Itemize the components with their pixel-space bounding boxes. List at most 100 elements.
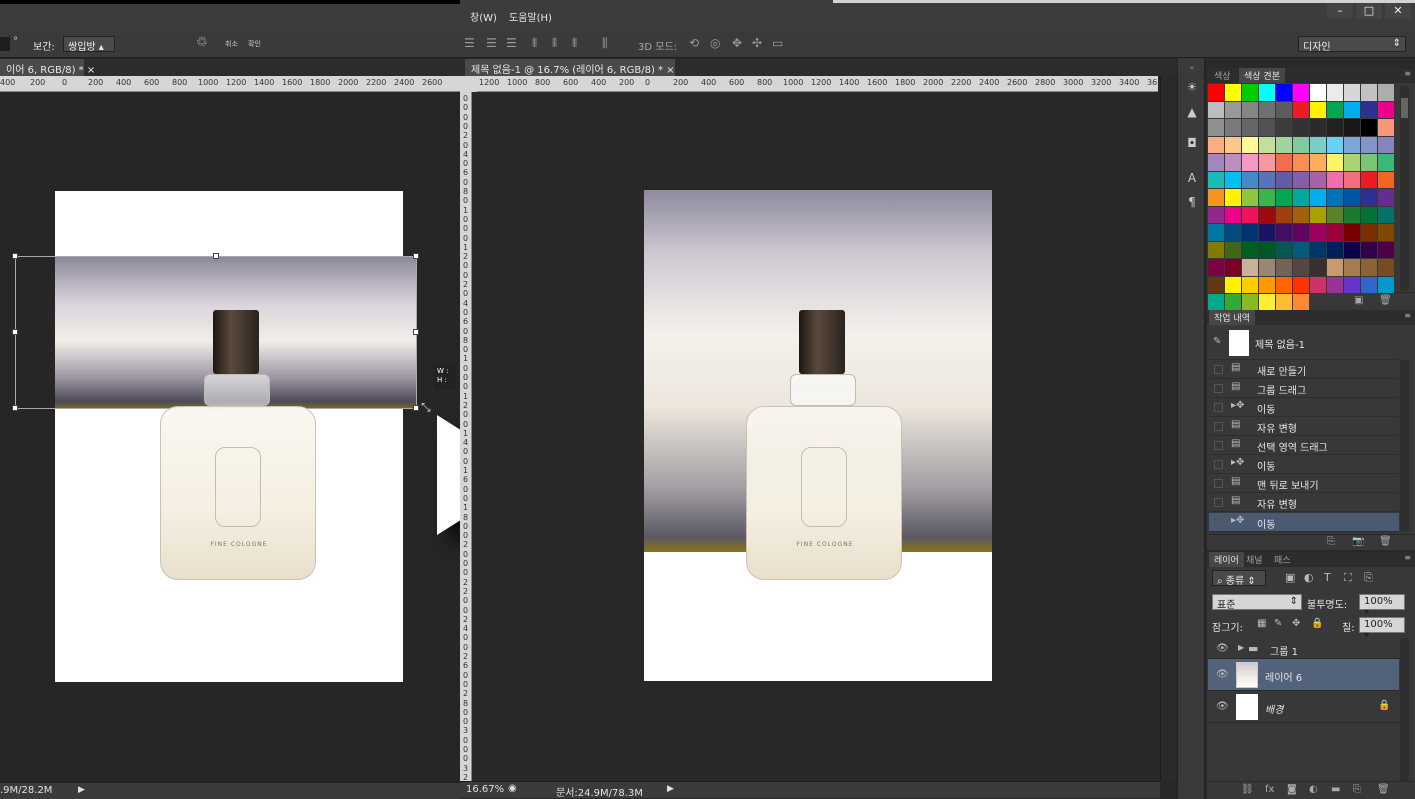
color-swatch[interactable] bbox=[1327, 241, 1343, 258]
color-swatch[interactable] bbox=[1225, 276, 1241, 293]
color-swatch[interactable] bbox=[1225, 171, 1241, 188]
color-swatch[interactable] bbox=[1361, 119, 1377, 136]
color-swatch[interactable] bbox=[1310, 171, 1326, 188]
history-source-checkbox[interactable] bbox=[1214, 403, 1223, 412]
lock-paint-icon[interactable]: ✎ bbox=[1274, 618, 1282, 629]
trash-icon[interactable]: 🗑 bbox=[1377, 784, 1390, 795]
new-layer-icon[interactable]: ⎘ bbox=[1353, 784, 1361, 795]
history-item[interactable]: ▤ 자유 변형 bbox=[1209, 493, 1399, 512]
expand-arrow-icon[interactable]: ▶ bbox=[1238, 643, 1244, 652]
histogram-icon[interactable]: ▲ bbox=[1184, 105, 1200, 121]
color-swatch[interactable] bbox=[1242, 154, 1258, 171]
color-swatch[interactable] bbox=[1378, 241, 1394, 258]
color-swatch[interactable] bbox=[1259, 189, 1275, 206]
color-swatch[interactable] bbox=[1242, 84, 1258, 101]
color-swatch[interactable] bbox=[1310, 224, 1326, 241]
color-swatch[interactable] bbox=[1327, 276, 1343, 293]
menu-window[interactable]: 창(W) bbox=[470, 9, 497, 24]
color-swatch[interactable] bbox=[1378, 224, 1394, 241]
color-swatch[interactable] bbox=[1310, 154, 1326, 171]
color-swatch[interactable] bbox=[1259, 259, 1275, 276]
history-item[interactable]: ▤ 새로 만들기 bbox=[1209, 360, 1399, 379]
character-icon[interactable]: A bbox=[1184, 171, 1200, 187]
blend-mode-select[interactable]: 표준 ⇕ bbox=[1212, 594, 1302, 611]
lock-transparency-icon[interactable]: ▦ bbox=[1257, 618, 1266, 629]
commit-button[interactable]: 확인 bbox=[248, 39, 261, 49]
color-swatch[interactable] bbox=[1378, 101, 1394, 118]
history-item[interactable]: ▤ 맨 뒤로 보내기 bbox=[1209, 474, 1399, 493]
history-source-checkbox[interactable] bbox=[1214, 384, 1223, 393]
history-item[interactable]: ▸✥ 이동 bbox=[1209, 455, 1399, 474]
filter-type-icon[interactable]: T bbox=[1324, 571, 1331, 584]
history-source-checkbox[interactable] bbox=[1214, 518, 1223, 527]
color-swatch[interactable] bbox=[1208, 101, 1224, 118]
color-swatch[interactable] bbox=[1225, 101, 1241, 118]
status-info-icon[interactable]: ◉ bbox=[508, 783, 517, 794]
color-swatch[interactable] bbox=[1259, 101, 1275, 118]
color-swatch[interactable] bbox=[1327, 84, 1343, 101]
3d-slide-icon[interactable]: ✣ bbox=[752, 36, 762, 50]
color-swatch[interactable] bbox=[1259, 241, 1275, 258]
filter-shape-icon[interactable]: ⛶ bbox=[1344, 571, 1352, 585]
color-swatch[interactable] bbox=[1378, 276, 1394, 293]
history-item[interactable]: ▤ 선택 영역 드래그 bbox=[1209, 436, 1399, 455]
color-swatch[interactable] bbox=[1378, 206, 1394, 223]
color-swatch[interactable] bbox=[1225, 84, 1241, 101]
panel-menu-icon[interactable]: ≡ bbox=[1404, 69, 1411, 78]
panel-menu-icon[interactable]: ≡ bbox=[1404, 553, 1411, 562]
close-button[interactable]: ✕ bbox=[1385, 3, 1411, 19]
transform-handle-left[interactable] bbox=[12, 329, 18, 335]
color-swatch[interactable] bbox=[1276, 276, 1292, 293]
color-swatch[interactable] bbox=[1259, 136, 1275, 153]
color-swatch[interactable] bbox=[1344, 119, 1360, 136]
color-swatch[interactable] bbox=[1242, 119, 1258, 136]
color-swatch[interactable] bbox=[1378, 171, 1394, 188]
color-swatch[interactable] bbox=[1259, 119, 1275, 136]
status-menu-arrow-icon[interactable]: ▶ bbox=[667, 784, 674, 794]
scroll-thumb[interactable] bbox=[1401, 98, 1408, 118]
color-swatch[interactable] bbox=[1242, 189, 1258, 206]
color-swatch[interactable] bbox=[1344, 154, 1360, 171]
mask-icon[interactable]: ◙ bbox=[1287, 784, 1297, 795]
color-swatch[interactable] bbox=[1344, 276, 1360, 293]
swatch-grid[interactable] bbox=[1208, 84, 1394, 311]
color-swatch[interactable] bbox=[1344, 259, 1360, 276]
fill-field[interactable]: 100% ▾ bbox=[1359, 617, 1405, 641]
tab-channels[interactable]: 채널 bbox=[1241, 552, 1268, 567]
history-source-checkbox[interactable] bbox=[1214, 422, 1223, 431]
color-swatch[interactable] bbox=[1208, 206, 1224, 223]
color-swatch[interactable] bbox=[1327, 101, 1343, 118]
filter-pixel-icon[interactable]: ▣ bbox=[1285, 571, 1295, 584]
color-swatch[interactable] bbox=[1259, 224, 1275, 241]
color-swatch[interactable] bbox=[1242, 136, 1258, 153]
align-vcenter-icon[interactable]: ☰ bbox=[486, 36, 497, 50]
visibility-eye-icon[interactable]: 👁 bbox=[1216, 669, 1229, 680]
filter-smart-icon[interactable]: ⎘ bbox=[1364, 571, 1373, 585]
adjustment-layer-icon[interactable]: ◐ bbox=[1309, 784, 1318, 795]
color-swatch[interactable] bbox=[1344, 84, 1360, 101]
color-swatch[interactable] bbox=[1208, 189, 1224, 206]
panel-menu-icon[interactable]: ≡ bbox=[1404, 311, 1411, 320]
color-swatch[interactable] bbox=[1293, 259, 1309, 276]
transform-handle-bl[interactable] bbox=[12, 405, 18, 411]
color-swatch[interactable] bbox=[1310, 276, 1326, 293]
transform-handle-right[interactable] bbox=[413, 329, 419, 335]
color-swatch[interactable] bbox=[1259, 171, 1275, 188]
tab-swatches[interactable]: 색상 견본 bbox=[1239, 68, 1285, 83]
status-menu-arrow-icon[interactable]: ▶ bbox=[78, 785, 85, 795]
history-source-checkbox[interactable] bbox=[1214, 441, 1223, 450]
color-swatch[interactable] bbox=[1344, 189, 1360, 206]
color-swatch[interactable] bbox=[1208, 84, 1224, 101]
color-swatch[interactable] bbox=[1208, 294, 1224, 311]
properties-icon[interactable]: ◘ bbox=[1184, 136, 1200, 152]
color-swatch[interactable] bbox=[1310, 119, 1326, 136]
color-swatch[interactable] bbox=[1293, 136, 1309, 153]
opacity-field[interactable]: 100% ▾ bbox=[1359, 594, 1405, 618]
swatches-scrollbar[interactable] bbox=[1400, 86, 1409, 291]
history-source-checkbox[interactable] bbox=[1214, 498, 1223, 507]
color-swatch[interactable] bbox=[1276, 259, 1292, 276]
color-swatch[interactable] bbox=[1276, 224, 1292, 241]
color-swatch[interactable] bbox=[1310, 136, 1326, 153]
color-swatch[interactable] bbox=[1327, 224, 1343, 241]
color-swatch[interactable] bbox=[1310, 206, 1326, 223]
